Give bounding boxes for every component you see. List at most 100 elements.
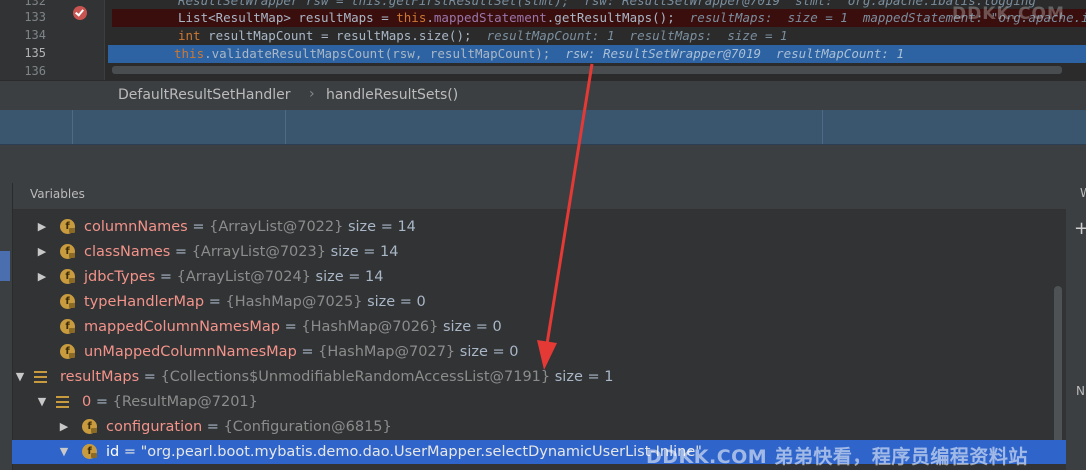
- variable-type: {ArrayList@7023}: [191, 244, 326, 260]
- line-number: 135: [24, 46, 46, 60]
- variable-row[interactable]: ▼ 0 = {ResultMap@7201}: [12, 390, 1066, 414]
- variable-row[interactable]: ▶ f configuration = {Configuration@6815}: [12, 415, 1066, 439]
- line-number: 136: [24, 64, 46, 78]
- watches-tab[interactable]: W: [1080, 186, 1086, 200]
- inline-debug-value: resultMapCount: 1 resultMaps: size = 1: [486, 28, 788, 43]
- field-icon: f: [60, 319, 75, 334]
- line-number-132: 132: [24, 0, 46, 8]
- equals-sign: =: [139, 369, 161, 385]
- variable-text: mappedColumnNamesMap = {HashMap@7026} si…: [84, 315, 502, 339]
- variable-value: size = 14: [310, 269, 384, 285]
- variable-value: size = 0: [455, 344, 519, 360]
- variable-row[interactable]: f mappedColumnNamesMap = {HashMap@7026} s…: [12, 315, 1066, 339]
- code-token: this: [174, 46, 205, 61]
- toolbar-divider: [285, 110, 286, 144]
- equals-sign: =: [202, 419, 224, 435]
- lock-icon: [91, 453, 97, 458]
- variable-type: {Configuration@6815}: [223, 419, 392, 435]
- add-watch-icon[interactable]: +: [1074, 218, 1086, 239]
- variable-text: unMappedColumnNamesMap = {HashMap@7027} …: [84, 340, 518, 364]
- equals-sign: =: [119, 444, 141, 460]
- line-number: 133: [24, 10, 46, 24]
- variable-value: size = 14: [325, 244, 399, 260]
- equals-sign: =: [187, 219, 210, 235]
- frames-strip: [0, 145, 1086, 183]
- variable-name: unMappedColumnNamesMap: [84, 344, 297, 360]
- lock-icon: [69, 278, 75, 283]
- equals-sign: =: [155, 269, 177, 285]
- variable-type: {HashMap@7025}: [225, 294, 363, 310]
- variable-type: {HashMap@7026}: [301, 319, 439, 335]
- variable-text: typeHandlerMap = {HashMap@7025} size = 0: [84, 290, 426, 314]
- line-number: 134: [24, 28, 46, 42]
- variable-name: typeHandlerMap: [84, 294, 205, 310]
- list-icon: [34, 371, 47, 383]
- variable-text: columnNames = {ArrayList@7022} size = 14: [84, 215, 416, 239]
- variable-text: jdbcTypes = {ArrayList@7024} size = 14: [84, 265, 383, 289]
- variable-type: {Collections$UnmodifiableRandomAccessLis…: [160, 369, 551, 385]
- lock-icon: [69, 353, 75, 358]
- selected-frame-marker: [0, 251, 10, 281]
- code-line-133[interactable]: List<ResultMap> resultMaps = this.mapped…: [112, 9, 1086, 27]
- lock-icon: [69, 328, 75, 333]
- equals-sign: =: [296, 344, 319, 360]
- variable-value: size = 0: [438, 319, 502, 335]
- code-token: .getResultMaps();: [546, 10, 690, 25]
- variable-text: resultMaps = {Collections$UnmodifiableRa…: [60, 365, 613, 389]
- panel-title: Variables: [30, 187, 85, 201]
- lock-icon: [91, 428, 97, 433]
- debug-toolbar: [0, 110, 1086, 145]
- equals-sign: =: [91, 394, 113, 410]
- breakpoint-icon[interactable]: [73, 6, 87, 20]
- field-icon: f: [60, 294, 75, 309]
- code-editor[interactable]: 132 133 134 135 136 ResultSetWrapper rsw…: [0, 0, 1086, 80]
- variable-type: {ResultMap@7201}: [112, 394, 258, 410]
- frames-side-strip[interactable]: [0, 183, 12, 470]
- list-icon: [56, 396, 69, 408]
- code-token: .: [426, 10, 434, 25]
- editor-gutter[interactable]: 132 133 134 135 136: [0, 0, 105, 80]
- variable-value: "org.pearl.boot.mybatis.demo.dao.UserMap…: [140, 444, 702, 460]
- variable-name: id: [106, 444, 120, 460]
- field-icon: f: [60, 344, 75, 359]
- code-token: mappedStatement: [433, 10, 547, 25]
- equals-sign: =: [170, 244, 192, 260]
- lock-icon: [69, 228, 75, 233]
- field-icon: f: [60, 244, 75, 259]
- code-line-134[interactable]: int resultMapCount = resultMaps.size(); …: [112, 27, 1086, 45]
- variable-text: classNames = {ArrayList@7023} size = 14: [84, 240, 399, 264]
- field-icon: f: [60, 269, 75, 284]
- collapse-arrow-icon[interactable]: ▼: [58, 440, 70, 464]
- variable-row[interactable]: ▶ f classNames = {ArrayList@7023} size = 1…: [12, 240, 1066, 264]
- collapse-arrow-icon[interactable]: ▼: [36, 390, 48, 414]
- collapse-arrow-icon[interactable]: ▼: [14, 365, 26, 389]
- breadcrumb-class[interactable]: DefaultResultSetHandler: [118, 87, 291, 103]
- variable-value: size = 0: [362, 294, 426, 310]
- code-token: resultMapCount = resultMaps.size();: [200, 28, 487, 43]
- breadcrumb-separator: ›: [309, 86, 315, 102]
- field-icon: f: [82, 444, 97, 459]
- expand-arrow-icon[interactable]: ▶: [36, 265, 48, 289]
- variable-row[interactable]: f typeHandlerMap = {HashMap@7025} size = …: [12, 290, 1066, 314]
- breadcrumb-method[interactable]: handleResultSets(): [326, 87, 458, 103]
- breadcrumb: DefaultResultSetHandler › handleResultSe…: [0, 80, 1086, 111]
- variable-row[interactable]: ▶ f jdbcTypes = {ArrayList@7024} size = 14: [12, 265, 1066, 289]
- side-tab-label: N: [1076, 384, 1085, 398]
- variable-name: mappedColumnNamesMap: [84, 319, 281, 335]
- code-line-135-current[interactable]: this.validateResultMapsCount(rsw, result…: [108, 45, 1086, 63]
- expand-arrow-icon[interactable]: ▶: [58, 415, 70, 439]
- variable-row[interactable]: ▶ f columnNames = {ArrayList@7022} size = …: [12, 215, 1066, 239]
- lock-icon: [69, 253, 75, 258]
- field-icon: f: [82, 419, 97, 434]
- code-token: List<ResultMap> resultMaps =: [178, 10, 397, 25]
- variable-type: {HashMap@7027}: [318, 344, 456, 360]
- variable-row[interactable]: ▼ resultMaps = {Collections$UnmodifiableR…: [12, 365, 1066, 389]
- expand-arrow-icon[interactable]: ▶: [36, 240, 48, 264]
- code-token: .validateResultMapsCount(rsw, resultMapC…: [204, 46, 566, 61]
- equals-sign: =: [280, 319, 302, 335]
- expand-arrow-icon[interactable]: ▶: [36, 215, 48, 239]
- variable-row[interactable]: f unMappedColumnNamesMap = {HashMap@7027}…: [12, 340, 1066, 364]
- horizontal-scrollbar[interactable]: [112, 66, 1062, 74]
- field-icon: f: [60, 219, 75, 234]
- toolbar-divider: [822, 110, 823, 144]
